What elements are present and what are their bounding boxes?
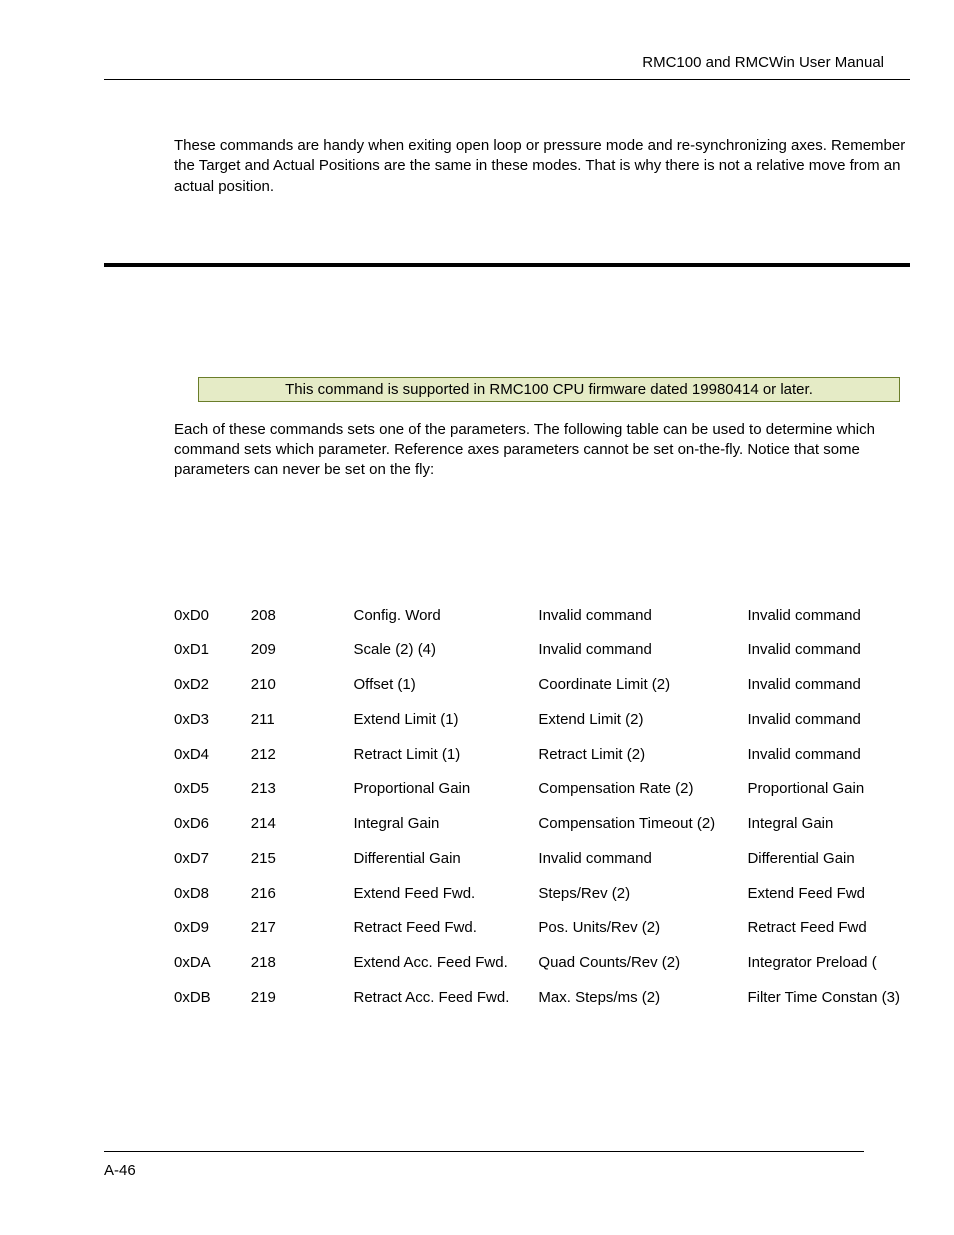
firmware-note: This command is supported in RMC100 CPU … xyxy=(198,377,900,402)
cell-hex: 0xD2 xyxy=(174,676,251,695)
table-row: 0xDB219Retract Acc. Feed Fwd.Max. Steps/… xyxy=(174,989,910,1008)
table-row: 0xD8216Extend Feed Fwd.Steps/Rev (2)Exte… xyxy=(174,885,910,904)
cell-param-1: Offset (1) xyxy=(354,676,539,695)
content-area: These commands are handy when exiting op… xyxy=(104,136,910,1024)
cell-hex: 0xD3 xyxy=(174,711,251,730)
parameter-table-wrap: 0xD0208Config. WordInvalid commandInvali… xyxy=(174,591,910,1024)
table-row: 0xD5213Proportional GainCompensation Rat… xyxy=(174,780,910,799)
cell-hex: 0xD6 xyxy=(174,815,251,834)
cell-param-2: Compensation Timeout (2) xyxy=(538,815,747,834)
cell-dec: 212 xyxy=(251,746,354,765)
table-row: 0xD9217Retract Feed Fwd.Pos. Units/Rev (… xyxy=(174,919,910,938)
table-row: 0xD3211Extend Limit (1)Extend Limit (2)I… xyxy=(174,711,910,730)
cell-hex: 0xD7 xyxy=(174,850,251,869)
cell-hex: 0xD9 xyxy=(174,919,251,938)
description-paragraph: Each of these commands sets one of the p… xyxy=(174,420,910,481)
cell-param-3: Invalid command xyxy=(747,711,910,730)
cell-param-1: Extend Limit (1) xyxy=(354,711,539,730)
cell-dec: 219 xyxy=(251,989,354,1008)
cell-param-2: Extend Limit (2) xyxy=(538,711,747,730)
cell-hex: 0xD4 xyxy=(174,746,251,765)
cell-param-3: Invalid command xyxy=(747,641,910,660)
cell-param-2: Retract Limit (2) xyxy=(538,746,747,765)
cell-param-3: Invalid command xyxy=(747,676,910,695)
table-row: 0xD2210Offset (1)Coordinate Limit (2)Inv… xyxy=(174,676,910,695)
table-row: 0xDA218Extend Acc. Feed Fwd.Quad Counts/… xyxy=(174,954,910,973)
cell-param-2: Compensation Rate (2) xyxy=(538,780,747,799)
cell-param-1: Retract Feed Fwd. xyxy=(354,919,539,938)
cell-param-1: Config. Word xyxy=(354,607,539,626)
page-number: A-46 xyxy=(104,1162,136,1179)
cell-dec: 211 xyxy=(251,711,354,730)
cell-param-2: Invalid command xyxy=(538,607,747,626)
cell-param-1: Extend Acc. Feed Fwd. xyxy=(354,954,539,973)
cell-param-2: Steps/Rev (2) xyxy=(538,885,747,904)
cell-param-3: Differential Gain xyxy=(747,850,910,869)
cell-param-3: Invalid command xyxy=(747,746,910,765)
cell-param-2: Pos. Units/Rev (2) xyxy=(538,919,747,938)
header-title: RMC100 and RMCWin User Manual xyxy=(642,54,884,71)
cell-param-1: Proportional Gain xyxy=(354,780,539,799)
cell-param-3: Invalid command xyxy=(747,607,910,626)
cell-dec: 208 xyxy=(251,607,354,626)
cell-hex: 0xD5 xyxy=(174,780,251,799)
cell-dec: 217 xyxy=(251,919,354,938)
cell-param-2: Quad Counts/Rev (2) xyxy=(538,954,747,973)
cell-param-3: Proportional Gain xyxy=(747,780,910,799)
cell-param-1: Extend Feed Fwd. xyxy=(354,885,539,904)
cell-dec: 209 xyxy=(251,641,354,660)
table-row: 0xD7215Differential GainInvalid commandD… xyxy=(174,850,910,869)
table-row: 0xD1209Scale (2) (4)Invalid commandInval… xyxy=(174,641,910,660)
page: RMC100 and RMCWin User Manual These comm… xyxy=(0,0,954,1235)
cell-param-3: Integral Gain xyxy=(747,815,910,834)
cell-param-1: Retract Acc. Feed Fwd. xyxy=(354,989,539,1008)
table-row: 0xD0208Config. WordInvalid commandInvali… xyxy=(174,607,910,626)
table-row: 0xD4212Retract Limit (1)Retract Limit (2… xyxy=(174,746,910,765)
cell-dec: 213 xyxy=(251,780,354,799)
cell-param-1: Differential Gain xyxy=(354,850,539,869)
cell-param-2: Coordinate Limit (2) xyxy=(538,676,747,695)
cell-param-2: Invalid command xyxy=(538,641,747,660)
cell-dec: 216 xyxy=(251,885,354,904)
table-row: 0xD6214Integral GainCompensation Timeout… xyxy=(174,815,910,834)
cell-hex: 0xD8 xyxy=(174,885,251,904)
cell-hex: 0xDB xyxy=(174,989,251,1008)
cell-hex: 0xDA xyxy=(174,954,251,973)
parameter-table: 0xD0208Config. WordInvalid commandInvali… xyxy=(174,591,910,1024)
cell-param-2: Max. Steps/ms (2) xyxy=(538,989,747,1008)
cell-param-3: Extend Feed Fwd xyxy=(747,885,910,904)
cell-param-3: Filter Time Constan (3) xyxy=(747,989,910,1008)
cell-param-3: Integrator Preload ( xyxy=(747,954,910,973)
intro-paragraph: These commands are handy when exiting op… xyxy=(174,136,910,197)
cell-dec: 218 xyxy=(251,954,354,973)
cell-hex: 0xD0 xyxy=(174,607,251,626)
cell-hex: 0xD1 xyxy=(174,641,251,660)
cell-dec: 210 xyxy=(251,676,354,695)
cell-param-1: Retract Limit (1) xyxy=(354,746,539,765)
cell-dec: 214 xyxy=(251,815,354,834)
cell-param-3: Retract Feed Fwd xyxy=(747,919,910,938)
cell-param-1: Scale (2) (4) xyxy=(354,641,539,660)
section-divider xyxy=(104,263,910,267)
cell-param-2: Invalid command xyxy=(538,850,747,869)
page-header: RMC100 and RMCWin User Manual xyxy=(104,54,910,80)
page-footer: A-46 xyxy=(104,1151,864,1179)
cell-dec: 215 xyxy=(251,850,354,869)
cell-param-1: Integral Gain xyxy=(354,815,539,834)
